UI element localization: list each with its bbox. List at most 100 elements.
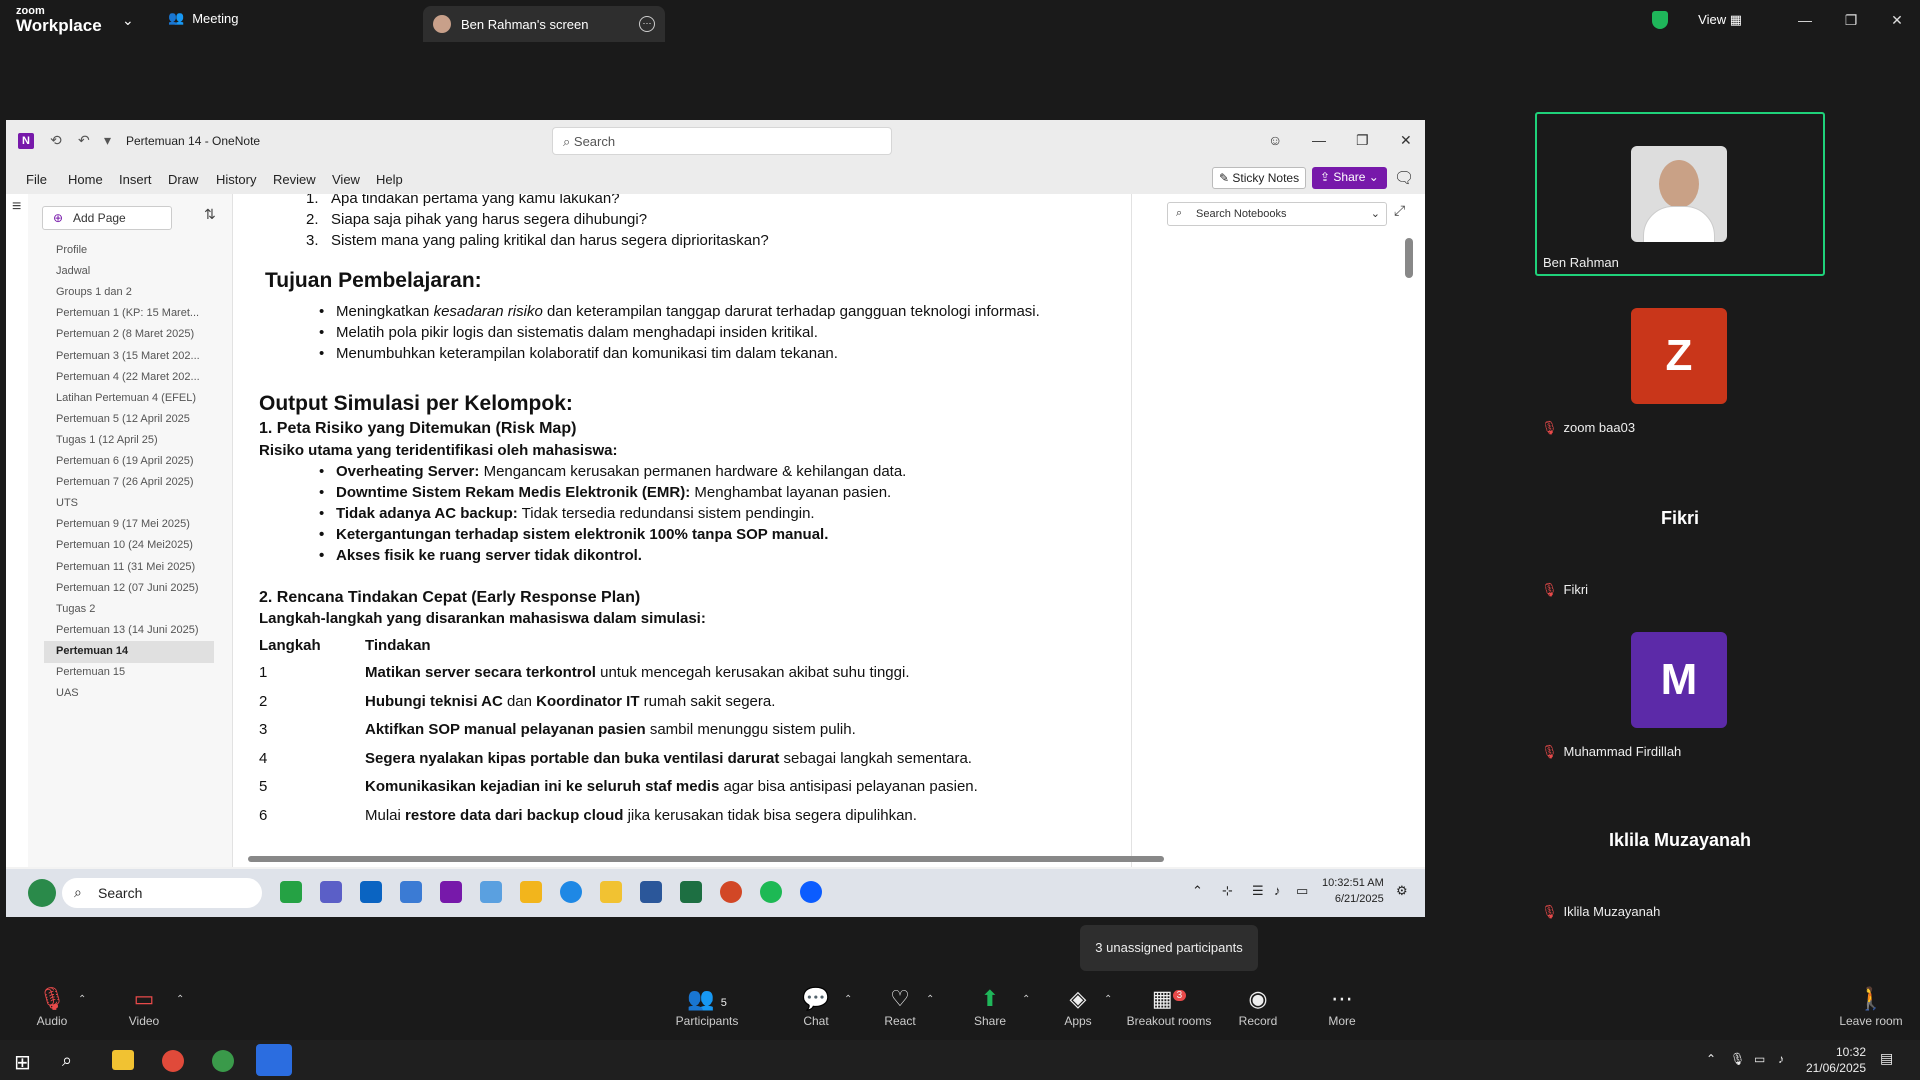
page-list-item[interactable]: Pertemuan 7 (26 April 2025) — [44, 472, 214, 494]
page-content[interactable]: 1. Apa tindakan pertama yang kamu lakuka… — [236, 194, 1131, 867]
react-button[interactable]: ♡ React — [880, 986, 920, 1028]
share-button[interactable]: ⇪ Share ⌄ — [1312, 167, 1387, 189]
search-input[interactable]: ⌕ Search — [552, 127, 892, 155]
windows-start-icon[interactable]: ⊞ — [14, 1050, 31, 1075]
record-button[interactable]: ◉ Record — [1238, 986, 1278, 1028]
video-options-icon[interactable]: ⌃ — [176, 994, 184, 1005]
tray-chevron-icon[interactable]: ⌃ — [1192, 883, 1203, 899]
page-list-item[interactable]: UTS — [44, 493, 214, 515]
page-list-item[interactable]: Jadwal — [44, 261, 214, 283]
tab-draw[interactable]: Draw — [168, 172, 198, 187]
comments-icon[interactable]: 🗨 — [1394, 168, 1414, 188]
participant-tile[interactable]: Iklila Muzayanah 🎙 Iklila Muzayanah — [1535, 776, 1825, 924]
close-icon[interactable]: ✕ — [1874, 12, 1920, 29]
notification-icon[interactable]: ⚙ — [1396, 883, 1408, 899]
page-list-item[interactable]: Pertemuan 3 (15 Maret 202... — [44, 346, 214, 368]
account-icon[interactable]: ☺ — [1268, 132, 1282, 148]
remote-clock[interactable]: 10:32:51 AM 6/21/2025 — [1322, 875, 1384, 907]
restore-icon[interactable]: ❐ — [1356, 132, 1369, 149]
chrome-profile-icon[interactable] — [212, 1050, 234, 1072]
whatsapp-icon[interactable] — [280, 881, 302, 903]
page-list-item[interactable]: Pertemuan 12 (07 Juni 2025) — [44, 578, 214, 600]
tray-chevron-icon[interactable]: ⌃ — [1706, 1052, 1716, 1066]
participant-tile[interactable]: Z 🎙 zoom baa03 — [1535, 290, 1825, 440]
add-page-button[interactable]: ⊕ Add Page — [42, 206, 172, 230]
page-list-item[interactable]: Pertemuan 9 (17 Mei 2025) — [44, 514, 214, 536]
tab-file[interactable]: File — [26, 172, 47, 187]
participant-tile[interactable]: Fikri 🎙 Fikri — [1535, 452, 1825, 602]
apps-options-icon[interactable]: ⌃ — [1104, 994, 1112, 1005]
page-list-item[interactable]: Latihan Pertemuan 4 (EFEL) — [44, 388, 214, 410]
participants-button[interactable]: 👥 5 Participants — [672, 986, 742, 1028]
sticky-notes-icon[interactable] — [520, 881, 542, 903]
expand-icon[interactable]: ⤢ — [1394, 202, 1405, 219]
network-icon[interactable]: ▭ — [1754, 1052, 1765, 1066]
page-list-item[interactable]: Pertemuan 13 (14 Juni 2025) — [44, 620, 214, 642]
volume-icon[interactable]: ♪ — [1778, 1052, 1784, 1066]
onenote-icon[interactable] — [440, 881, 462, 903]
leave-room-button[interactable]: 🚶 Leave room — [1836, 986, 1906, 1028]
audio-button[interactable]: 🎙 Audio — [32, 986, 72, 1028]
word-icon[interactable] — [640, 881, 662, 903]
system-clock[interactable]: 10:32 21/06/2025 — [1806, 1044, 1866, 1076]
page-list-item[interactable]: Tugas 2 — [44, 599, 214, 621]
outlook-icon[interactable] — [360, 881, 382, 903]
sort-icon[interactable]: ⇅ — [204, 206, 216, 223]
page-list-item[interactable]: Pertemuan 6 (19 April 2025) — [44, 451, 214, 473]
page-list-item[interactable]: Pertemuan 10 (24 Mei2025) — [44, 535, 214, 557]
page-list-item[interactable]: Pertemuan 4 (22 Maret 202... — [44, 367, 214, 389]
file-explorer-icon[interactable] — [112, 1050, 134, 1070]
participant-tile[interactable]: M 🎙 Muhammad Firdillah — [1535, 614, 1825, 764]
apps-button[interactable]: ◈ Apps — [1058, 986, 1098, 1028]
chevron-down-icon[interactable]: ⌄ — [122, 12, 134, 29]
restore-icon[interactable]: ❐ — [1828, 12, 1874, 29]
page-list-item[interactable]: Tugas 1 (12 April 25) — [44, 430, 214, 452]
close-icon[interactable]: ✕ — [1400, 132, 1412, 149]
tab-home[interactable]: Home — [68, 172, 103, 187]
tab-insert[interactable]: Insert — [119, 172, 152, 187]
page-list-item[interactable]: Pertemuan 5 (12 April 2025 — [44, 409, 214, 431]
volume-icon[interactable]: ♪ — [1274, 883, 1281, 898]
battery-icon[interactable]: ▭ — [1296, 883, 1308, 899]
hamburger-icon[interactable]: ≡ — [12, 198, 21, 216]
taskbar-search-input[interactable]: ⌕ Search — [62, 878, 262, 908]
back-icon[interactable]: ⟲ — [50, 132, 62, 149]
tab-history[interactable]: History — [216, 172, 256, 187]
widgets-icon[interactable] — [28, 879, 56, 907]
notifications-icon[interactable]: ▤ — [1880, 1050, 1893, 1067]
chat-options-icon[interactable]: ⌃ — [844, 994, 852, 1005]
page-list-item[interactable]: Pertemuan 2 (8 Maret 2025) — [44, 324, 214, 346]
page-list-item[interactable]: Groups 1 dan 2 — [44, 282, 214, 304]
tab-help[interactable]: Help — [376, 172, 403, 187]
network-icon[interactable]: ⊹ — [1222, 883, 1233, 899]
encryption-shield-icon[interactable] — [1652, 11, 1669, 29]
spotify-icon[interactable] — [760, 881, 782, 903]
chrome-icon[interactable] — [162, 1050, 184, 1072]
page-list-item[interactable]: Pertemuan 15 — [44, 662, 214, 684]
page-list-item[interactable]: Profile — [44, 240, 214, 262]
wifi-icon[interactable]: ☰ — [1252, 883, 1264, 899]
zoom-icon[interactable] — [800, 881, 822, 903]
sticky-notes-button[interactable]: ✎ Sticky Notes — [1212, 167, 1307, 189]
excel-icon[interactable] — [680, 881, 702, 903]
zoom-app-icon[interactable] — [256, 1044, 292, 1076]
vertical-scrollbar[interactable] — [1405, 238, 1413, 278]
search-icon[interactable]: ⌕ — [62, 1050, 72, 1071]
chat-button[interactable]: 💬 Chat — [796, 986, 836, 1028]
react-options-icon[interactable]: ⌃ — [926, 994, 934, 1005]
tab-review[interactable]: Review — [273, 172, 316, 187]
powerpoint-icon[interactable] — [720, 881, 742, 903]
video-button[interactable]: ▭ Video — [124, 986, 164, 1028]
more-options-icon[interactable]: ··· — [639, 16, 655, 32]
view-button[interactable]: View ▦ — [1698, 12, 1742, 28]
shared-screen-tab[interactable]: Ben Rahman's screen ··· — [423, 6, 665, 42]
page-list-item[interactable]: Pertemuan 1 (KP: 15 Maret... — [44, 303, 214, 325]
snipping-tool-icon[interactable] — [480, 881, 502, 903]
search-notebooks-input[interactable]: ⌕ Search Notebooks ⌄ — [1167, 202, 1387, 226]
more-button[interactable]: ⋯ More — [1324, 986, 1360, 1028]
teams-icon[interactable] — [320, 881, 342, 903]
participant-tile-active-speaker[interactable]: Ben Rahman — [1535, 112, 1825, 276]
minimize-icon[interactable]: — — [1312, 132, 1326, 148]
undo-icon[interactable]: ↶ — [78, 132, 90, 149]
mic-icon[interactable]: 🎙 — [1730, 1052, 1745, 1066]
